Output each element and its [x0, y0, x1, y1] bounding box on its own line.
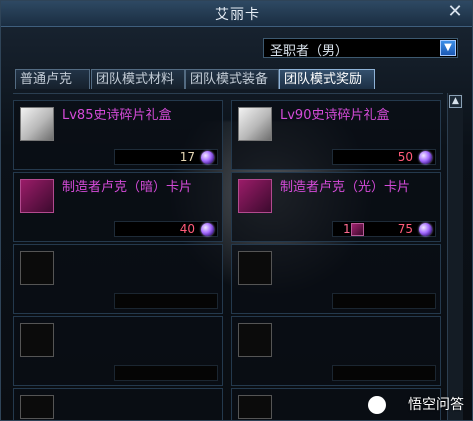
- price-value: 40: [179, 222, 195, 236]
- empty-slot: [231, 316, 441, 386]
- item-card-maker-luke-light[interactable]: 制造者卢克（光）卡片 1 75: [231, 172, 441, 242]
- gift-box-icon: [20, 107, 54, 141]
- watermark-text: 悟空问答: [408, 397, 464, 413]
- class-filter-dropdown[interactable]: 圣职者（男） ▼: [263, 38, 458, 59]
- shop-tabs: 普通卢克 团队模式材料 团队模式装备 团队模式奖励: [15, 69, 375, 89]
- chevron-up-icon[interactable]: ▲: [449, 95, 462, 108]
- price-strip: 1 75: [332, 221, 436, 237]
- tab-label: 团队模式材料: [96, 72, 175, 87]
- currency-orb-icon: [419, 151, 432, 164]
- tab-label: 团队模式装备: [190, 72, 269, 87]
- card-icon: [238, 179, 272, 213]
- price-strip: 17: [114, 149, 218, 165]
- extra-material-count: 1: [343, 222, 351, 236]
- item-grid: Lv85史诗碎片礼盒 17 Lv90史诗碎片礼盒 50 制造者卢克（暗）卡片 4…: [13, 93, 443, 420]
- empty-item-icon: [20, 323, 54, 357]
- empty-slot: [13, 316, 223, 386]
- item-name: 制造者卢克（光）卡片: [280, 180, 411, 195]
- item-name: Lv85史诗碎片礼盒: [62, 108, 172, 123]
- gift-box-icon: [238, 107, 272, 141]
- tab-label: 团队模式奖励: [284, 72, 363, 87]
- empty-price-strip: [114, 365, 218, 381]
- class-filter-value: 圣职者（男）: [270, 44, 349, 59]
- tab-raid-rewards[interactable]: 团队模式奖励: [279, 69, 375, 89]
- chevron-down-icon[interactable]: ▼: [440, 40, 456, 56]
- price-strip: 50: [332, 149, 436, 165]
- currency-orb-icon: [419, 223, 432, 236]
- tab-raid-materials[interactable]: 团队模式材料: [91, 69, 185, 89]
- empty-price-strip: [332, 365, 436, 381]
- tab-normal-luke[interactable]: 普通卢克: [15, 69, 90, 89]
- empty-price-strip: [332, 293, 436, 309]
- material-card-icon: [351, 223, 364, 236]
- empty-item-icon: [238, 251, 272, 285]
- item-card-lv85-box[interactable]: Lv85史诗碎片礼盒 17: [13, 100, 223, 170]
- empty-slot: [231, 244, 441, 314]
- price-strip: 40: [114, 221, 218, 237]
- tab-raid-equipment[interactable]: 团队模式装备: [185, 69, 279, 89]
- shop-window: 艾丽卡 ✕ 圣职者（男） ▼ 普通卢克 团队模式材料 团队模式装备 团队模式奖励…: [0, 0, 473, 421]
- empty-slot: [13, 244, 223, 314]
- price-value: 75: [397, 222, 413, 236]
- price-value: 50: [397, 150, 413, 164]
- empty-item-icon: [20, 251, 54, 285]
- currency-orb-icon: [201, 223, 214, 236]
- wukong-logo-icon: [368, 396, 386, 414]
- scrollbar[interactable]: ▲: [447, 93, 463, 420]
- empty-slot: [13, 388, 223, 420]
- item-name: Lv90史诗碎片礼盒: [280, 108, 390, 123]
- empty-price-strip: [114, 293, 218, 309]
- card-icon: [20, 179, 54, 213]
- item-card-maker-luke-dark[interactable]: 制造者卢克（暗）卡片 40: [13, 172, 223, 242]
- window-title: 艾丽卡: [215, 7, 260, 23]
- empty-item-icon: [20, 395, 54, 419]
- close-icon[interactable]: ✕: [446, 3, 464, 21]
- title-bar[interactable]: 艾丽卡 ✕: [1, 1, 472, 27]
- empty-item-icon: [238, 395, 272, 419]
- item-name: 制造者卢克（暗）卡片: [62, 180, 193, 195]
- currency-orb-icon: [201, 151, 214, 164]
- tab-label: 普通卢克: [20, 72, 73, 87]
- empty-item-icon: [238, 323, 272, 357]
- item-card-lv90-box[interactable]: Lv90史诗碎片礼盒 50: [231, 100, 441, 170]
- price-value: 17: [179, 150, 195, 164]
